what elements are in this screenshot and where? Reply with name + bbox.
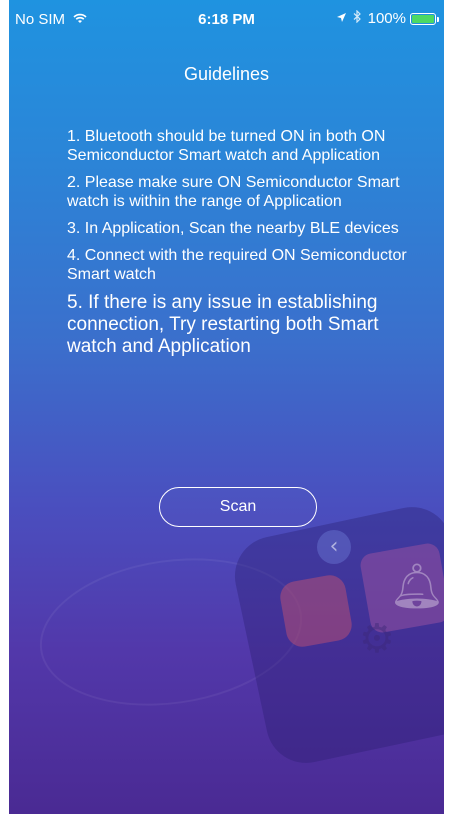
battery-tip: [437, 16, 439, 22]
bluetooth-icon: [353, 9, 362, 27]
page-title: Guidelines: [183, 64, 270, 84]
battery-percent: 100%: [367, 10, 406, 27]
guideline-item: 4. Connect with the required ON Semicond…: [67, 247, 407, 283]
guideline-item: 1. Bluetooth should be turned ON in both…: [67, 128, 386, 164]
background-app-tile: [277, 572, 355, 650]
guidelines-list: 1. Bluetooth should be turned ON in both…: [67, 127, 417, 366]
guideline-item: 5. If there is any issue in establishing…: [67, 292, 379, 357]
guideline-item: 2. Please make sure ON Semiconductor Sma…: [67, 174, 400, 210]
gear-icon: ⚙: [359, 616, 395, 662]
battery-level-fill: [412, 14, 434, 23]
bell-icon: 🔔︎: [389, 561, 444, 612]
app-screen: 🔔︎ ⚙ ‹ No SIM 6:18 PM 100% Guidelines 1.…: [9, 0, 444, 814]
battery-icon: [410, 12, 439, 25]
status-right: 100%: [336, 9, 439, 27]
back-arrow-icon: ‹: [317, 530, 351, 564]
location-icon: [336, 11, 347, 27]
guideline-item: 3. In Application, Scan the nearby BLE d…: [67, 220, 399, 237]
status-bar: No SIM 6:18 PM 100%: [9, 0, 444, 36]
scan-button[interactable]: Scan: [159, 487, 317, 527]
